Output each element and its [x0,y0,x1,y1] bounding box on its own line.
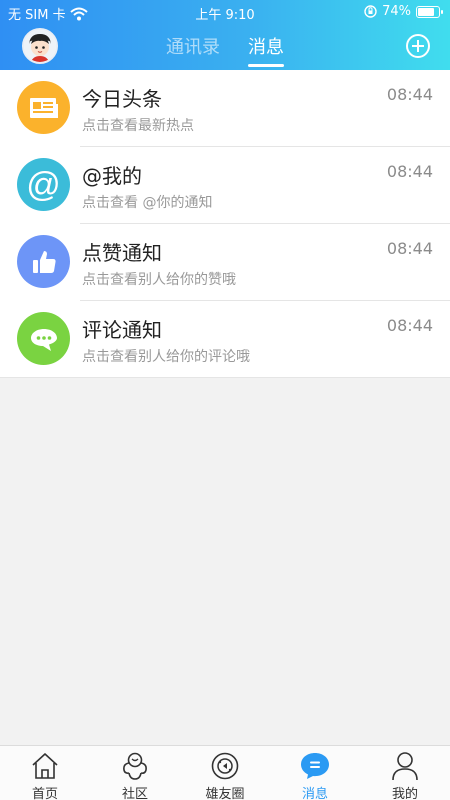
list-item-comments[interactable]: 评论通知 点击查看别人给你的评论哦 08:44 [0,301,450,378]
status-right: 74% [364,4,443,19]
battery-percent: 74% [382,4,411,19]
battery-fill [418,7,435,16]
circle-icon [211,752,239,780]
battery-icon [416,5,443,18]
list-item-likes[interactable]: 点赞通知 点击查看别人给你的赞哦 08:44 [0,224,450,301]
item-time: 08:44 [386,316,433,335]
add-button[interactable] [406,34,430,58]
divider [0,377,450,378]
item-title: 点赞通知 [82,241,162,265]
item-time: 08:44 [386,162,433,181]
item-subtitle: 点击查看最新热点 [82,118,194,134]
community-icon [123,752,147,780]
tab-label: 雄友圈 [205,787,245,800]
item-time: 08:44 [386,85,433,104]
tab-me[interactable]: 我的 [360,746,450,800]
bottom-tab-bar: 首页 社区 雄友圈 消息 我的 [0,745,450,800]
tab-contacts[interactable]: 通讯录 [166,33,220,67]
newspaper-icon [17,81,70,134]
list-item-at-me[interactable]: @ @我的 点击查看 @你的通知 08:44 [0,147,450,224]
tab-home[interactable]: 首页 [0,746,90,800]
item-title: @我的 [82,164,142,188]
tab-messages-bottom[interactable]: 消息 [270,746,360,800]
tab-label: 首页 [31,787,58,800]
message-icon [301,753,329,779]
status-bar: 无 SIM 卡 上午 9:10 74% [0,0,450,24]
thumbs-up-icon [17,235,70,288]
item-title: 评论通知 [82,318,162,342]
tab-messages[interactable]: 消息 [248,33,284,67]
top-tabs: 通讯录 消息 [0,33,450,67]
item-time: 08:44 [386,239,433,258]
item-title: 今日头条 [82,87,162,111]
item-subtitle: 点击查看 @你的通知 [82,195,213,211]
header-bar: 无 SIM 卡 上午 9:10 74% 通讯录 消息 [0,0,450,70]
home-icon [32,753,58,779]
at-icon: @ [17,158,70,211]
item-subtitle: 点击查看别人给你的评论哦 [82,349,250,365]
message-list: 今日头条 点击查看最新热点 08:44 @ @我的 点击查看 @你的通知 08:… [0,70,450,378]
list-item-news[interactable]: 今日头条 点击查看最新热点 08:44 [0,70,450,147]
tab-label: 消息 [301,787,328,800]
comment-icon [17,312,70,365]
tab-label: 我的 [391,787,418,800]
item-subtitle: 点击查看别人给你的赞哦 [82,272,236,288]
tab-label: 社区 [121,787,148,800]
user-icon [392,752,418,781]
tab-friends-circle[interactable]: 雄友圈 [180,746,270,800]
tab-community[interactable]: 社区 [90,746,180,800]
orientation-lock-icon [364,5,377,18]
